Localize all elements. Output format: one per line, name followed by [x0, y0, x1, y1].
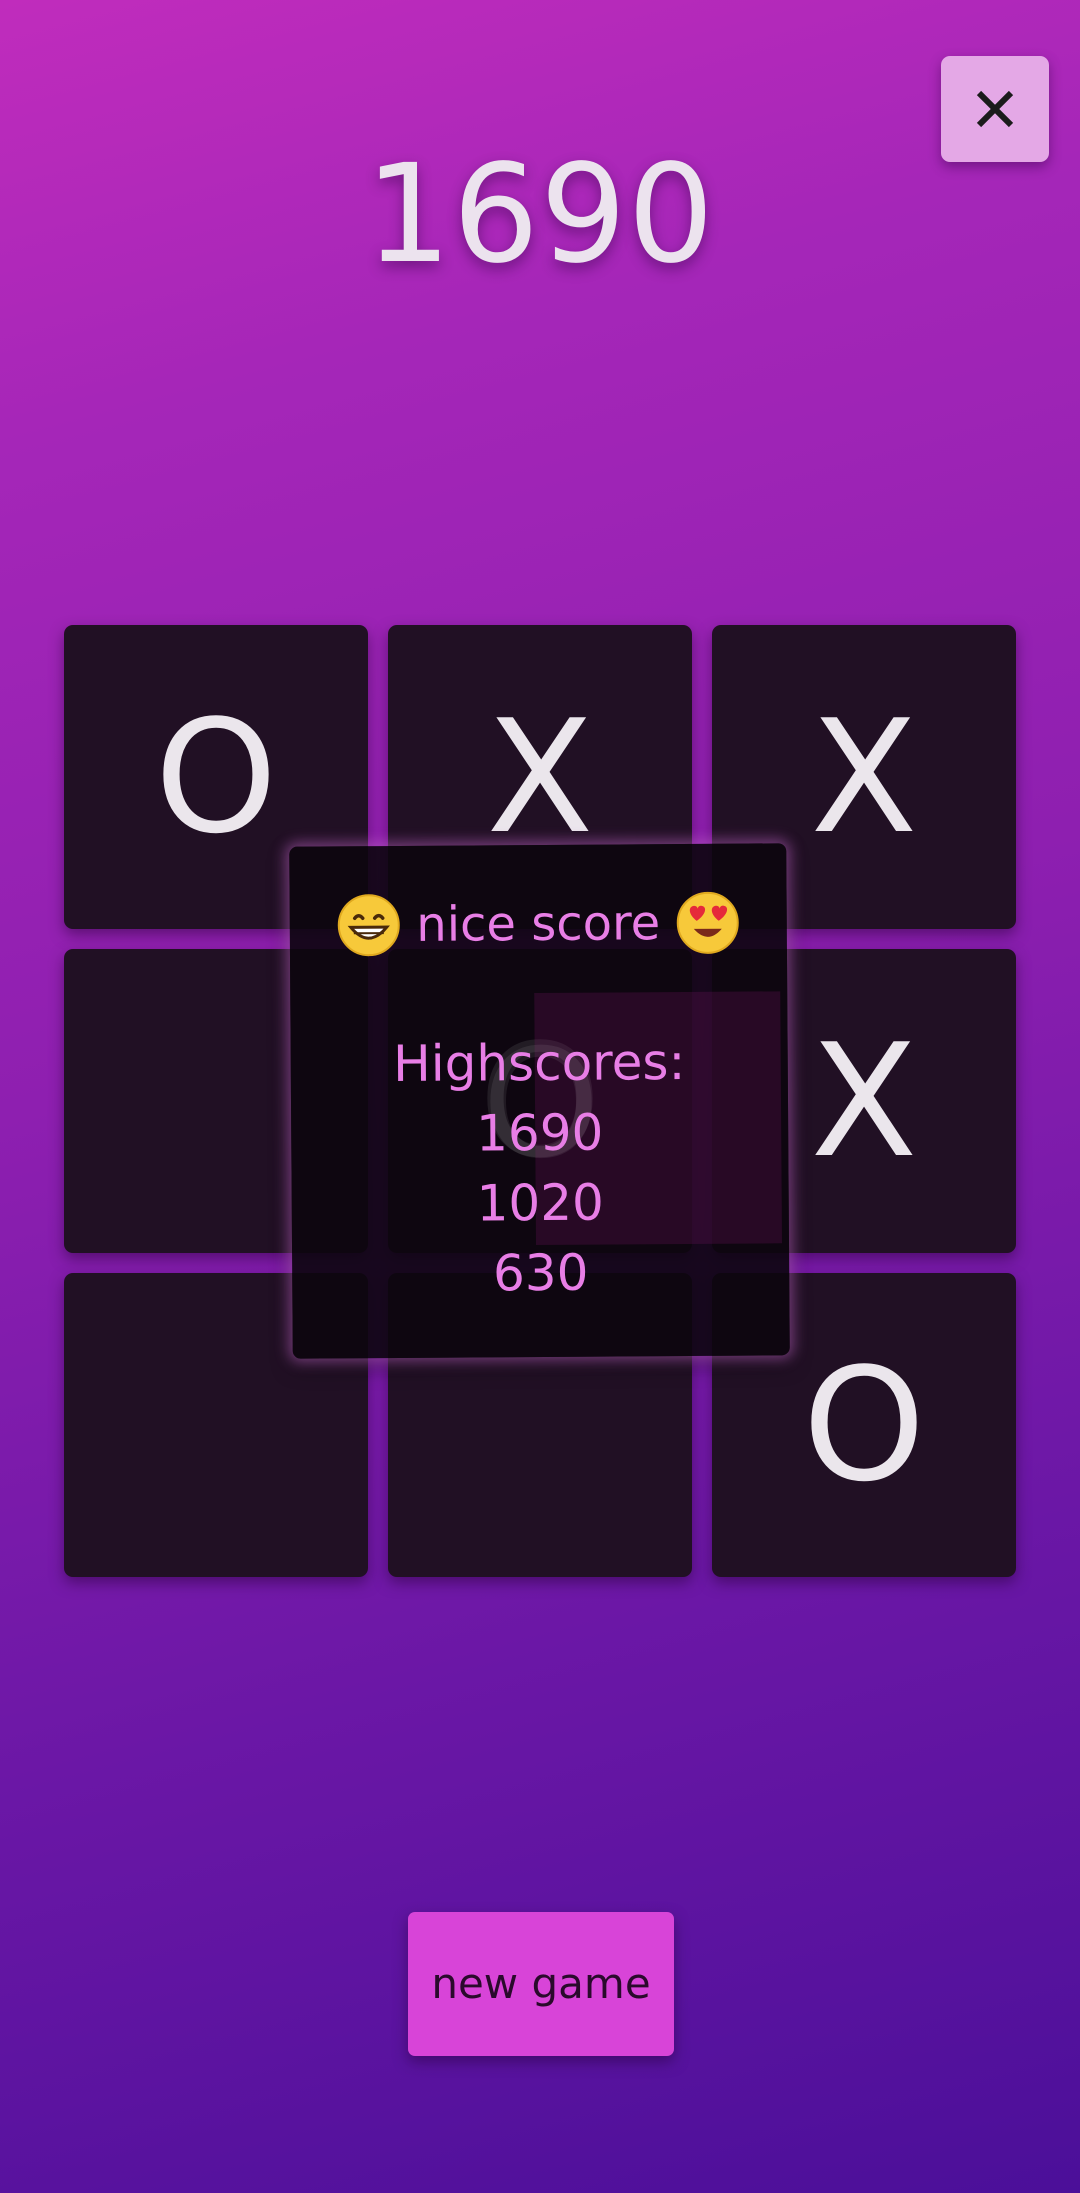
highscore-2: 1020: [476, 1173, 605, 1233]
new-game-button[interactable]: new game: [408, 1912, 674, 2056]
dialog-title: nice score: [290, 887, 787, 960]
highscore-dialog: O nice score Highscores: 1690 1020 630: [289, 843, 790, 1359]
heart-eyes-emoji-icon: [676, 891, 740, 955]
highscore-1: 1690: [475, 1103, 604, 1163]
dialog-message: nice score: [416, 895, 661, 953]
highscores-label: Highscores:: [392, 1032, 686, 1094]
highscore-3: 630: [492, 1243, 589, 1303]
grinning-face-emoji-icon: [336, 893, 400, 957]
highscores-block: Highscores: 1690 1020 630: [290, 1026, 789, 1309]
